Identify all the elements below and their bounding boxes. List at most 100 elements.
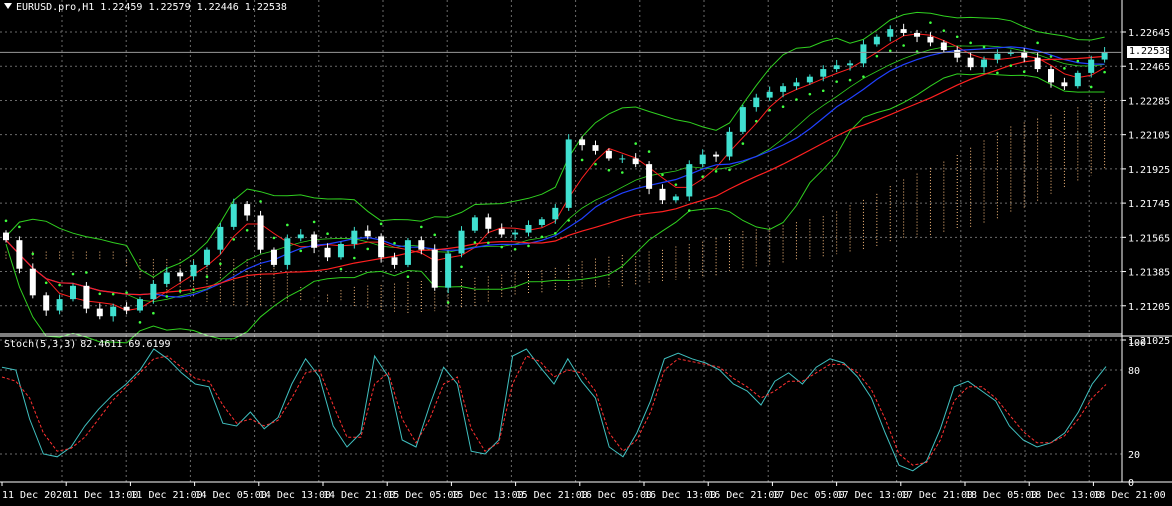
symbol-label: EURUSD.pro,H1 xyxy=(16,2,95,13)
stoch-title: Stoch(5,3,3) xyxy=(4,339,77,350)
price-label: 1.22645 xyxy=(1128,28,1170,39)
time-label: 18 Dec 21:00 xyxy=(1093,490,1165,501)
bear-candle xyxy=(43,295,50,311)
chart-symbol-header: EURUSD.pro,H1 1.22459 1.22579 1.22446 1.2… xyxy=(4,2,287,14)
bull-candle xyxy=(1074,72,1081,87)
bull-candle xyxy=(806,76,813,83)
time-label: 15 Dec 13:00 xyxy=(451,490,523,501)
time-axis-labels: 11 Dec 202011 Dec 13:0011 Dec 21:0014 De… xyxy=(1,482,1166,501)
bull-candle xyxy=(217,226,224,250)
sar-dot xyxy=(152,311,155,315)
sar-dot xyxy=(647,150,651,153)
bull-candle xyxy=(110,306,117,317)
time-label: 11 Dec 2020 xyxy=(2,490,68,501)
bull-candle xyxy=(404,240,411,265)
time-label: 18 Dec 05:00 xyxy=(965,490,1037,501)
sar-dot xyxy=(353,256,356,260)
bear-candle xyxy=(83,285,90,309)
stoch-main-line xyxy=(1,348,1107,472)
bull-candle xyxy=(619,158,626,160)
bear-candle xyxy=(270,249,277,265)
price-label: 1.22285 xyxy=(1128,96,1170,107)
bear-candle xyxy=(659,188,666,201)
stoch-level-label: 0 xyxy=(1128,478,1134,489)
sar-dot xyxy=(85,271,88,274)
bull-candle xyxy=(1101,52,1108,60)
sar-dot xyxy=(728,168,731,172)
sar-dot xyxy=(902,44,905,47)
sar-dot xyxy=(661,173,664,177)
bull-candle xyxy=(847,63,854,66)
time-label: 14 Dec 21:00 xyxy=(323,490,395,501)
axes xyxy=(0,0,1172,483)
stoch-axis-labels: 100 80 20 0 xyxy=(1128,338,1146,489)
sar-dot xyxy=(446,301,450,304)
bear-candle xyxy=(16,240,23,269)
bull-candle xyxy=(230,204,237,227)
bollinger-bands xyxy=(5,11,1105,344)
sar-dot xyxy=(420,225,423,229)
bull-candle xyxy=(565,139,572,208)
sar-dot xyxy=(326,232,329,236)
bull-candle xyxy=(860,44,867,64)
dropdown-triangle-icon[interactable] xyxy=(4,3,12,9)
sar-dot xyxy=(942,29,946,32)
price-label: 1.21205 xyxy=(1128,302,1170,313)
sar-dot xyxy=(634,142,637,145)
time-label: 18 Dec 13:00 xyxy=(1029,490,1101,501)
bull-candle xyxy=(512,232,519,235)
bull-candle xyxy=(739,107,746,132)
chart-canvas[interactable]: 1.22645 1.22465 1.22285 1.22105 1.21925 1.217… xyxy=(0,0,1172,506)
price-label: 1.21745 xyxy=(1128,199,1170,210)
sar-dot xyxy=(795,98,798,101)
sar-dot xyxy=(473,241,477,244)
sar-dot xyxy=(821,89,825,93)
sar-dot xyxy=(701,175,704,178)
bull-candle xyxy=(471,217,478,231)
sar-dot xyxy=(44,281,48,285)
sar-dot xyxy=(460,265,463,269)
bull-candle xyxy=(69,285,76,300)
sar-dot xyxy=(219,262,222,266)
bear-candle xyxy=(713,154,720,157)
stoch-level-label: 100 xyxy=(1128,338,1146,349)
sar-dot xyxy=(299,249,303,253)
current-price-tag: 1.22538 xyxy=(1127,46,1172,59)
bull-candle xyxy=(672,196,679,201)
ma-slow-line xyxy=(5,55,1105,296)
bear-candle xyxy=(418,240,425,250)
bear-candle xyxy=(177,272,184,277)
bear-candle xyxy=(364,230,371,237)
bear-candle xyxy=(431,249,438,288)
stoch-level-label: 20 xyxy=(1128,450,1140,461)
sar-dot xyxy=(1089,85,1093,89)
bull-candle xyxy=(981,59,988,68)
sar-dot xyxy=(406,275,410,278)
sar-dot xyxy=(781,105,785,109)
bear-candle xyxy=(1048,69,1055,83)
bull-candle xyxy=(538,219,545,225)
time-label: 14 Dec 05:00 xyxy=(195,490,267,501)
bear-candle xyxy=(244,204,251,216)
bear-candle xyxy=(927,36,934,43)
bull-candle xyxy=(753,97,760,108)
bull-candle xyxy=(887,29,894,37)
sar-dot xyxy=(955,35,959,39)
sar-dot xyxy=(1049,55,1053,58)
bear-candle xyxy=(391,257,398,265)
sar-dot xyxy=(835,80,838,83)
stoch-values: 82.4611 69.6199 xyxy=(80,339,171,350)
bear-candle xyxy=(954,50,961,58)
sar-dot xyxy=(714,170,718,173)
sar-dot xyxy=(754,119,758,123)
sar-dot xyxy=(58,283,61,287)
price-label: 1.22105 xyxy=(1128,131,1170,142)
sar-dot xyxy=(259,200,262,203)
sar-dot xyxy=(741,142,745,145)
sar-dot xyxy=(31,252,35,256)
bull-candle xyxy=(56,299,63,311)
sar-dot xyxy=(232,238,236,241)
sar-dot xyxy=(567,219,570,222)
sar-dot xyxy=(286,223,289,227)
bull-candle xyxy=(190,264,197,277)
